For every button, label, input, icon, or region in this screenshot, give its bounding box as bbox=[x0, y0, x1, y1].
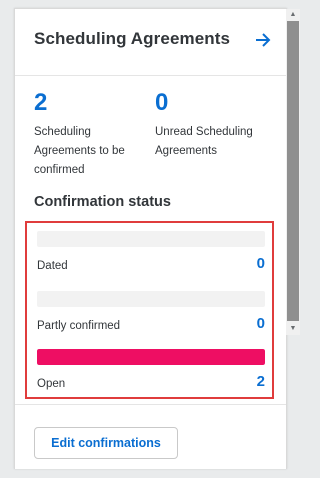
kpi-value: 2 bbox=[34, 89, 48, 116]
kpi-to-be-confirmed[interactable]: 2 Scheduling Agreements to be confirmed bbox=[34, 89, 144, 180]
status-label: Partly confirmed bbox=[37, 320, 121, 332]
kpi-label: Scheduling Agreements to be confirmed bbox=[34, 126, 125, 176]
confirmation-status-title: Confirmation status bbox=[34, 194, 171, 210]
status-label: Open bbox=[37, 378, 66, 390]
card-content: 2 Scheduling Agreements to be confirmed … bbox=[15, 76, 286, 404]
card-header[interactable]: Scheduling Agreements bbox=[15, 9, 286, 76]
status-count: 2 bbox=[256, 373, 265, 390]
status-bar-track bbox=[37, 349, 265, 365]
scheduling-agreements-card: Scheduling Agreements 2 Scheduling Agree… bbox=[14, 8, 300, 469]
scroll-up-icon[interactable]: ▲ bbox=[286, 9, 300, 21]
status-bar-fill bbox=[37, 349, 265, 365]
edit-confirmations-button[interactable]: Edit confirmations bbox=[34, 427, 178, 459]
arrow-right-icon[interactable] bbox=[253, 29, 273, 51]
status-label: Dated bbox=[37, 260, 68, 272]
kpi-value: 0 bbox=[155, 89, 169, 116]
status-count: 0 bbox=[256, 315, 265, 332]
vertical-scrollbar[interactable]: ▲ ▼ bbox=[286, 9, 300, 335]
confirmation-status-highlight: Dated 0 Partly confirmed 0 Open 2 bbox=[25, 221, 274, 399]
status-bar-track bbox=[37, 231, 265, 247]
scroll-thumb[interactable] bbox=[287, 21, 299, 321]
kpi-unread[interactable]: 0 Unread Scheduling Agreements bbox=[155, 89, 265, 161]
status-bar-track bbox=[37, 291, 265, 307]
card-title: Scheduling Agreements bbox=[34, 29, 231, 48]
status-count: 0 bbox=[256, 255, 265, 272]
card-footer: Edit confirmations bbox=[15, 404, 286, 478]
scroll-down-icon[interactable]: ▼ bbox=[286, 323, 300, 335]
kpi-label: Unread Scheduling Agreements bbox=[155, 126, 253, 157]
